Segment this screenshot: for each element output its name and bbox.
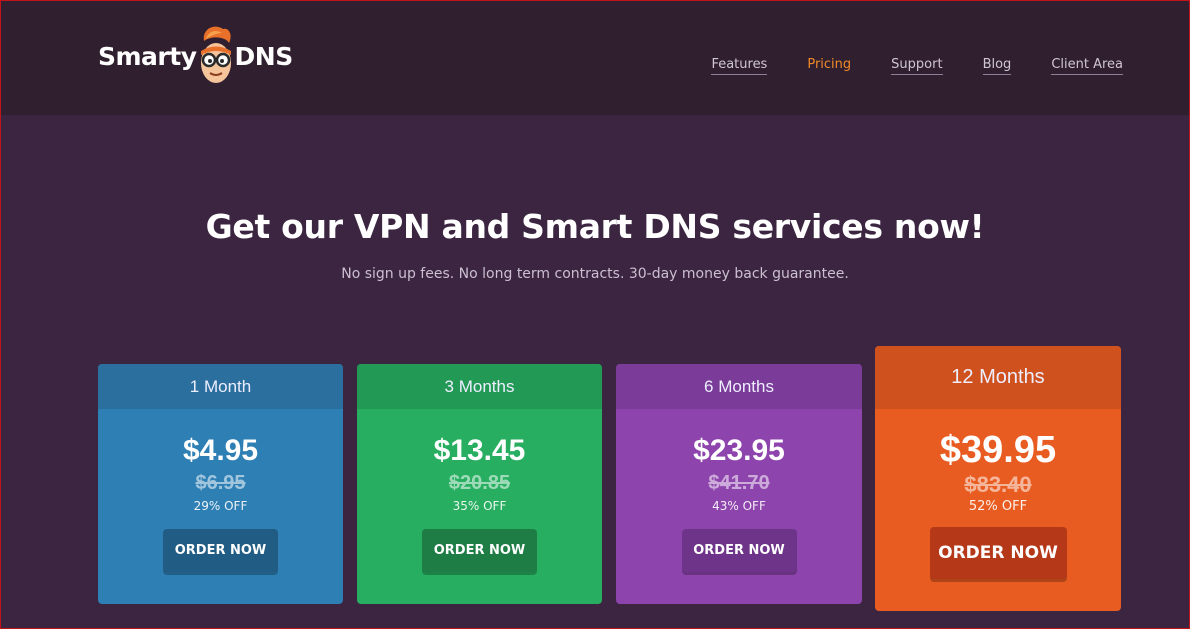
top-bar: Smarty DNS Features Pricing Support Blog… [1, 1, 1189, 115]
plan-card-6-months: 6 Months $23.95 $41.70 43% OFF ORDER NOW [616, 364, 862, 604]
logo-text-smarty: Smarty [98, 41, 197, 71]
plan-discount: 52% OFF [968, 499, 1028, 514]
plan-discount: 35% OFF [452, 499, 507, 513]
mascot-icon [200, 26, 231, 83]
plan-name: 3 Months [357, 364, 602, 409]
plan-name: 1 Month [98, 364, 343, 409]
order-now-button[interactable]: ORDER NOW [163, 529, 278, 572]
plan-old-price: $41.70 [708, 472, 770, 494]
logo[interactable]: Smarty DNS [98, 25, 293, 87]
nav-features[interactable]: Features [711, 57, 768, 75]
main-nav: Features Pricing Support Blog Client Are… [671, 57, 1123, 75]
plan-price: $23.95 [693, 434, 785, 467]
plan-name: 12 Months [875, 346, 1121, 409]
page-title: Get our VPN and Smart DNS services now! [205, 207, 985, 246]
plan-card-1-month: 1 Month $4.95 $6.95 29% OFF ORDER NOW [98, 364, 343, 604]
nav-blog[interactable]: Blog [982, 57, 1012, 75]
order-now-button[interactable]: ORDER NOW [929, 527, 1067, 579]
plan-card-12-months: 12 Months $39.95 $83.40 52% OFF ORDER NO… [875, 346, 1121, 611]
logo-text-dns: DNS [234, 41, 294, 71]
plan-old-price: $6.95 [195, 472, 246, 494]
plan-card-3-months: 3 Months $13.45 $20.85 35% OFF ORDER NOW [357, 364, 602, 604]
nav-pricing[interactable]: Pricing [807, 57, 851, 75]
plan-name: 6 Months [616, 364, 862, 409]
page-subtitle: No sign up fees. No long term contracts.… [341, 266, 849, 282]
plan-discount: 29% OFF [193, 499, 248, 513]
order-now-button[interactable]: ORDER NOW [681, 529, 797, 572]
plan-old-price: $20.85 [448, 472, 511, 494]
plan-old-price: $83.40 [964, 472, 1032, 497]
plan-price: $13.45 [433, 434, 526, 467]
nav-client-area[interactable]: Client Area [1051, 57, 1123, 75]
nav-support[interactable]: Support [891, 57, 943, 75]
plan-price: $39.95 [939, 429, 1057, 471]
order-now-button[interactable]: ORDER NOW [422, 529, 537, 572]
plan-discount: 43% OFF [712, 499, 766, 513]
plan-price: $4.95 [182, 434, 259, 467]
